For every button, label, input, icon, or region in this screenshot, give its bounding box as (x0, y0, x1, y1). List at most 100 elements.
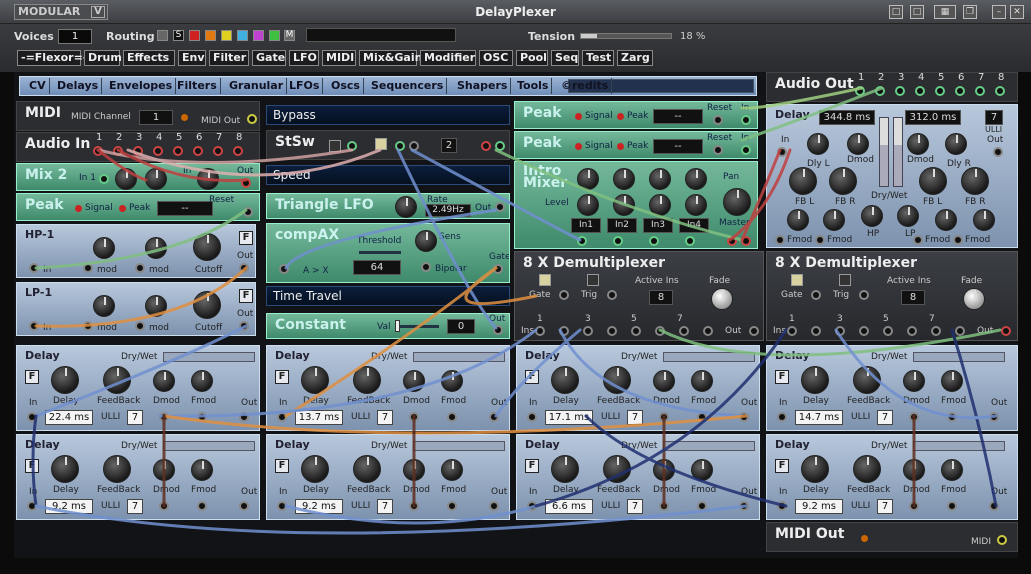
audio-in-channel-jack[interactable] (93, 146, 103, 156)
audio-in-channel-jack[interactable] (233, 146, 243, 156)
intro-mixer-pan-knob-2[interactable] (613, 168, 635, 190)
delay-feedback-knob[interactable] (603, 455, 631, 483)
demux-b-in-jack-2[interactable] (811, 326, 821, 336)
routing-m-button[interactable]: M (284, 30, 295, 41)
lp1-mod2-jack[interactable] (135, 321, 145, 331)
demux-b-trig-jack[interactable] (859, 290, 869, 300)
cv-tab-tools[interactable]: Tools (514, 78, 553, 94)
demux-b-out-jack[interactable] (1001, 326, 1011, 336)
demux-a-trig-button[interactable] (587, 274, 599, 286)
delay-out-jack[interactable] (739, 412, 749, 422)
delay-feedback-knob[interactable] (103, 366, 131, 394)
intro-mixer-out-r-jack[interactable] (741, 236, 751, 246)
delay-time-value[interactable]: 22.4 ms (45, 410, 93, 425)
delay-in-jack[interactable] (527, 501, 537, 511)
hp1-mod2-knob[interactable] (145, 237, 167, 259)
audio-in-channel-jack[interactable] (153, 146, 163, 156)
routing-swatch-orange[interactable] (205, 30, 216, 41)
cv-tab-shapers[interactable]: Shapers (454, 78, 512, 94)
delay-ulli-value[interactable]: 7 (627, 410, 643, 425)
delay-in-jack[interactable] (777, 501, 787, 511)
stsw-jack-4[interactable] (481, 141, 491, 151)
lp1-cutoff-knob[interactable] (193, 291, 221, 319)
intro-mixer-pan-knob-4[interactable] (685, 168, 707, 190)
demux-b-gate-button[interactable] (791, 274, 803, 286)
mix2-out-jack[interactable] (241, 178, 251, 188)
demux-b-in-jack-6[interactable] (907, 326, 917, 336)
delay-fmod-jack[interactable] (947, 412, 957, 422)
compax-bipolar-jack[interactable] (421, 262, 431, 272)
delay-fmod-knob[interactable] (441, 459, 463, 481)
delay-badge[interactable]: F (275, 459, 289, 473)
delay-badge[interactable]: F (525, 370, 539, 384)
audio-out-channel-jack[interactable] (855, 86, 865, 96)
routing-swatch-yellow[interactable] (221, 30, 232, 41)
delay-drywet-slider[interactable] (913, 352, 1005, 362)
demux-a-in-jack-5[interactable] (631, 326, 641, 336)
delay-out-jack[interactable] (239, 501, 249, 511)
demux-b-in-jack-5[interactable] (883, 326, 893, 336)
routing-swatch-red[interactable] (189, 30, 200, 41)
stereo-delay-dmod1-knob[interactable] (847, 133, 869, 155)
constant-slider-handle[interactable] (395, 320, 400, 332)
delay-ulli-value[interactable]: 7 (877, 499, 893, 514)
delay-out-jack[interactable] (739, 501, 749, 511)
cv-tab-lfos[interactable]: LFOs (286, 78, 324, 94)
delay-dmod-jack[interactable] (159, 412, 169, 422)
delay-in-jack[interactable] (27, 501, 37, 511)
category-button-zarg[interactable]: Zarg (617, 50, 653, 66)
delay-ulli-value[interactable]: 7 (627, 499, 643, 514)
lp1-in-jack[interactable] (29, 321, 39, 331)
demux-a-in-jack-8[interactable] (703, 326, 713, 336)
delay-feedback-knob[interactable] (103, 455, 131, 483)
audio-out-channel-jack[interactable] (895, 86, 905, 96)
delay-dmod-jack[interactable] (159, 501, 169, 511)
delay-fmod-knob[interactable] (941, 459, 963, 481)
delay-dmod-knob[interactable] (153, 370, 175, 392)
delay-badge[interactable]: F (25, 370, 39, 384)
delay-time-knob[interactable] (801, 366, 829, 394)
cv-tab-redits[interactable]: ©redits (558, 78, 613, 94)
delay-badge[interactable]: F (275, 370, 289, 384)
demux-b-fade-knob[interactable] (963, 288, 985, 310)
demux-a-gate-jack[interactable] (559, 290, 569, 300)
category-button-test[interactable]: Test (582, 50, 614, 66)
stereo-delay-fbl2-knob[interactable] (919, 167, 947, 195)
stereo-delay-hp-knob[interactable] (861, 205, 883, 227)
delay-badge[interactable]: F (25, 459, 39, 473)
stereo-delay-time-r[interactable]: 312.0 ms (905, 110, 961, 125)
demux-b-active-value[interactable]: 8 (901, 290, 925, 305)
category-button-mixgain[interactable]: Mix&Gain (359, 50, 422, 66)
delay-feedback-knob[interactable] (353, 455, 381, 483)
stsw-jack-5[interactable] (495, 141, 505, 151)
stereo-delay-ulli[interactable]: 7 (985, 110, 1003, 125)
cv-tab-filters[interactable]: Filters (174, 78, 221, 94)
intro-mixer-pan-knob-1[interactable] (577, 168, 599, 190)
delay-ulli-value[interactable]: 7 (377, 410, 393, 425)
intro-mixer-master-knob[interactable] (723, 188, 751, 216)
lp1-badge[interactable]: F (239, 289, 253, 303)
minimize-icon[interactable]: – (992, 5, 1006, 19)
delay-time-value[interactable]: 6.6 ms (545, 499, 593, 514)
delay-ulli-value[interactable]: 7 (127, 499, 143, 514)
compax-in-jack[interactable] (279, 264, 289, 274)
demux-b-in-jack-7[interactable] (931, 326, 941, 336)
category-button-flexor[interactable]: -=Flexor=- (17, 50, 87, 66)
delay-time-knob[interactable] (301, 366, 329, 394)
mix2-knob-1[interactable] (115, 168, 137, 190)
save-icon[interactable]: □ (889, 5, 903, 19)
stsw-jack-1[interactable] (347, 141, 357, 151)
compax-gate-jack[interactable] (493, 264, 503, 274)
stsw-button-2[interactable] (375, 138, 387, 150)
cv-tab-cv[interactable]: CV (26, 78, 50, 94)
delay-feedback-knob[interactable] (603, 366, 631, 394)
stereo-delay-dlyl-knob[interactable] (807, 133, 829, 155)
routing-swatch-blue[interactable] (237, 30, 248, 41)
intro-mixer-in2-jack[interactable] (613, 236, 623, 246)
cv-tab-oscs[interactable]: Oscs (328, 78, 364, 94)
stsw-button-1[interactable] (329, 140, 341, 152)
category-button-filter[interactable]: Filter (209, 50, 249, 66)
copy-icon[interactable]: ❐ (963, 5, 977, 19)
delay-drywet-slider[interactable] (163, 352, 255, 362)
stereo-delay-fmod4-knob[interactable] (973, 209, 995, 231)
